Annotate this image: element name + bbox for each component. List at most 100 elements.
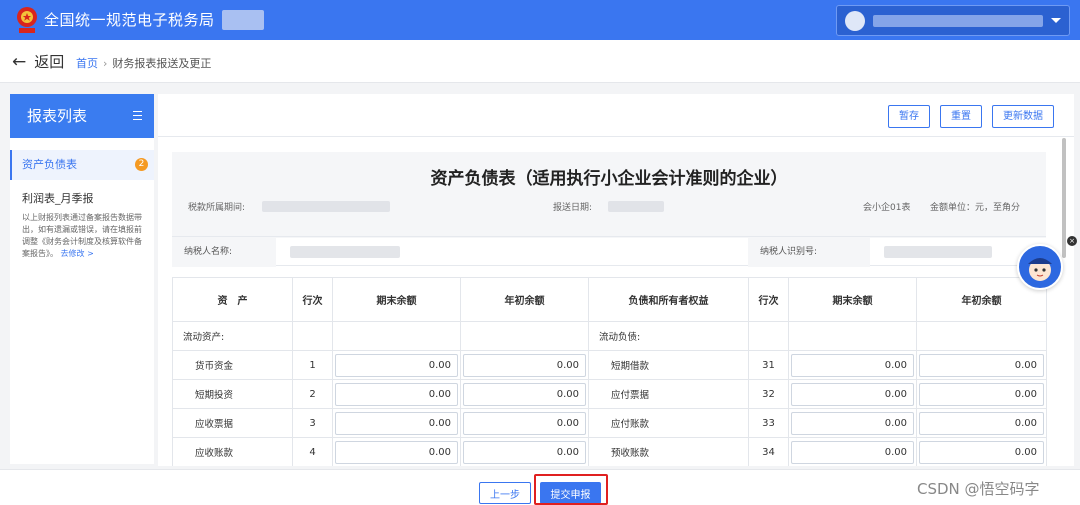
end-balance-input[interactable] — [791, 353, 914, 377]
end-balance-input[interactable] — [335, 382, 458, 406]
report-header: 资产负债表（适用执行小企业会计准则的企业） 税款所属期间: 报送日期: 会小企0… — [172, 152, 1046, 238]
row-label: 短期借款 — [588, 350, 749, 380]
redacted-date — [608, 201, 664, 212]
row-number: 2 — [292, 379, 333, 409]
amount-cell — [788, 437, 917, 466]
section-row: 流动资产: 流动负债: — [172, 321, 1047, 351]
section-current-liabilities: 流动负债: — [588, 321, 749, 351]
period-label: 税款所属期间: — [188, 203, 246, 213]
watermark: CSDN @悟空码字 — [917, 480, 1040, 498]
begin-balance-input[interactable] — [463, 382, 586, 406]
report-title: 资产负债表（适用执行小企业会计准则的企业） — [430, 169, 788, 189]
begin-balance-input[interactable] — [463, 440, 586, 464]
end-balance-input[interactable] — [335, 411, 458, 435]
col-liability: 负债和所有者权益 — [588, 277, 749, 322]
site-title: 全国统一规范电子税务局 — [44, 11, 215, 29]
back-arrow-icon: ← — [12, 51, 27, 72]
row-label: 应收票据 — [172, 408, 293, 438]
begin-balance-input[interactable] — [919, 353, 1044, 377]
col-row-no-right: 行次 — [748, 277, 789, 322]
user-avatar-icon — [845, 11, 865, 31]
toolbar: 暂存 重置 更新数据 — [888, 105, 1054, 128]
highlight-box — [534, 474, 608, 505]
main-panel: 暂存 重置 更新数据 资产负债表（适用执行小企业会计准则的企业） 税款所属期间:… — [158, 94, 1074, 466]
empty-cell — [292, 321, 333, 351]
breadcrumb-separator: › — [103, 56, 108, 70]
redacted-region — [222, 10, 264, 30]
col-end-balance: 期末余额 — [332, 277, 461, 322]
begin-balance-input[interactable] — [919, 411, 1044, 435]
end-balance-input[interactable] — [791, 411, 914, 435]
emblem-icon — [17, 7, 37, 33]
row-label: 短期投资 — [172, 379, 293, 409]
amount-cell — [460, 437, 589, 466]
col-end-balance-right: 期末余额 — [788, 277, 917, 322]
row-number: 4 — [292, 437, 333, 466]
col-begin-balance: 年初余额 — [460, 277, 589, 322]
close-icon[interactable]: × — [1067, 236, 1077, 246]
amount-cell — [460, 350, 589, 380]
row-number: 1 — [292, 350, 333, 380]
begin-balance-input[interactable] — [919, 440, 1044, 464]
amount-cell — [460, 408, 589, 438]
amount-unit: 金额单位：元，至角分 — [930, 203, 1021, 213]
sidebar-header: 报表列表 — [10, 94, 154, 138]
begin-balance-input[interactable] — [463, 353, 586, 377]
col-row-no: 行次 — [292, 277, 333, 322]
row-number: 31 — [748, 350, 789, 380]
begin-balance-input[interactable] — [463, 411, 586, 435]
amount-cell — [916, 379, 1047, 409]
redacted-username — [873, 15, 1043, 27]
back-button[interactable]: ← 返回 — [12, 51, 64, 72]
scrollbar-thumb[interactable] — [1062, 138, 1066, 258]
row-label: 预收账款 — [588, 437, 749, 466]
collapse-menu-icon[interactable] — [133, 111, 142, 120]
empty-cell — [748, 321, 789, 351]
report-list-sidebar: 报表列表 资产负债表 2 利润表_月季报 以上财报列表通过备案报告数据带出，如有… — [10, 94, 154, 464]
back-label: 返回 — [34, 53, 65, 71]
save-draft-button[interactable]: 暂存 — [888, 105, 930, 128]
sidebar-title: 报表列表 — [27, 107, 88, 125]
user-menu[interactable] — [836, 5, 1070, 36]
col-asset: 资 产 — [172, 277, 293, 322]
submit-date-label: 报送日期: — [553, 203, 593, 213]
modify-link[interactable]: 去修改 > — [61, 249, 94, 258]
table-row: 短期投资 2 应付票据 32 — [172, 379, 1047, 409]
amount-cell — [332, 408, 461, 438]
breadcrumb-current: 财务报表报送及更正 — [112, 57, 212, 70]
caret-down-icon — [1051, 18, 1061, 23]
balance-sheet-table: 资 产 行次 期末余额 年初余额 负债和所有者权益 行次 期末余额 年初余额 流… — [172, 277, 1047, 466]
previous-step-button[interactable]: 上一步 — [479, 482, 531, 504]
assistant-mascot-icon[interactable] — [1017, 244, 1063, 290]
row-label: 应付票据 — [588, 379, 749, 409]
sidebar-item-balance-sheet[interactable]: 资产负债表 2 — [10, 150, 154, 180]
empty-cell — [460, 321, 589, 351]
sidebar-item-income-statement[interactable]: 利润表_月季报 — [10, 190, 154, 206]
divider — [158, 136, 1074, 137]
reset-button[interactable]: 重置 — [940, 105, 982, 128]
amount-cell — [916, 408, 1047, 438]
table-row: 应收票据 3 应付账款 33 — [172, 408, 1047, 438]
amount-cell — [916, 350, 1047, 380]
redacted-period — [262, 201, 390, 212]
breadcrumb: 首页 › 财务报表报送及更正 — [76, 55, 211, 71]
row-label: 货币资金 — [172, 350, 293, 380]
end-balance-input[interactable] — [791, 382, 914, 406]
row-label: 应收账款 — [172, 437, 293, 466]
breadcrumb-home[interactable]: 首页 — [76, 55, 98, 71]
form-code: 会小企01表 — [863, 203, 911, 213]
table-row: 货币资金 1 短期借款 31 — [172, 350, 1047, 380]
end-balance-input[interactable] — [791, 440, 914, 464]
row-label: 应付账款 — [588, 408, 749, 438]
table-header-row: 资 产 行次 期末余额 年初余额 负债和所有者权益 行次 期末余额 年初余额 — [172, 277, 1047, 322]
end-balance-input[interactable] — [335, 440, 458, 464]
end-balance-input[interactable] — [335, 353, 458, 377]
begin-balance-input[interactable] — [919, 382, 1044, 406]
mascot-face-icon — [1028, 258, 1052, 281]
section-current-assets: 流动资产: — [172, 321, 293, 351]
refresh-data-button[interactable]: 更新数据 — [992, 105, 1054, 128]
amount-cell — [788, 379, 917, 409]
row-number: 33 — [748, 408, 789, 438]
amount-cell — [788, 350, 917, 380]
amount-cell — [332, 350, 461, 380]
